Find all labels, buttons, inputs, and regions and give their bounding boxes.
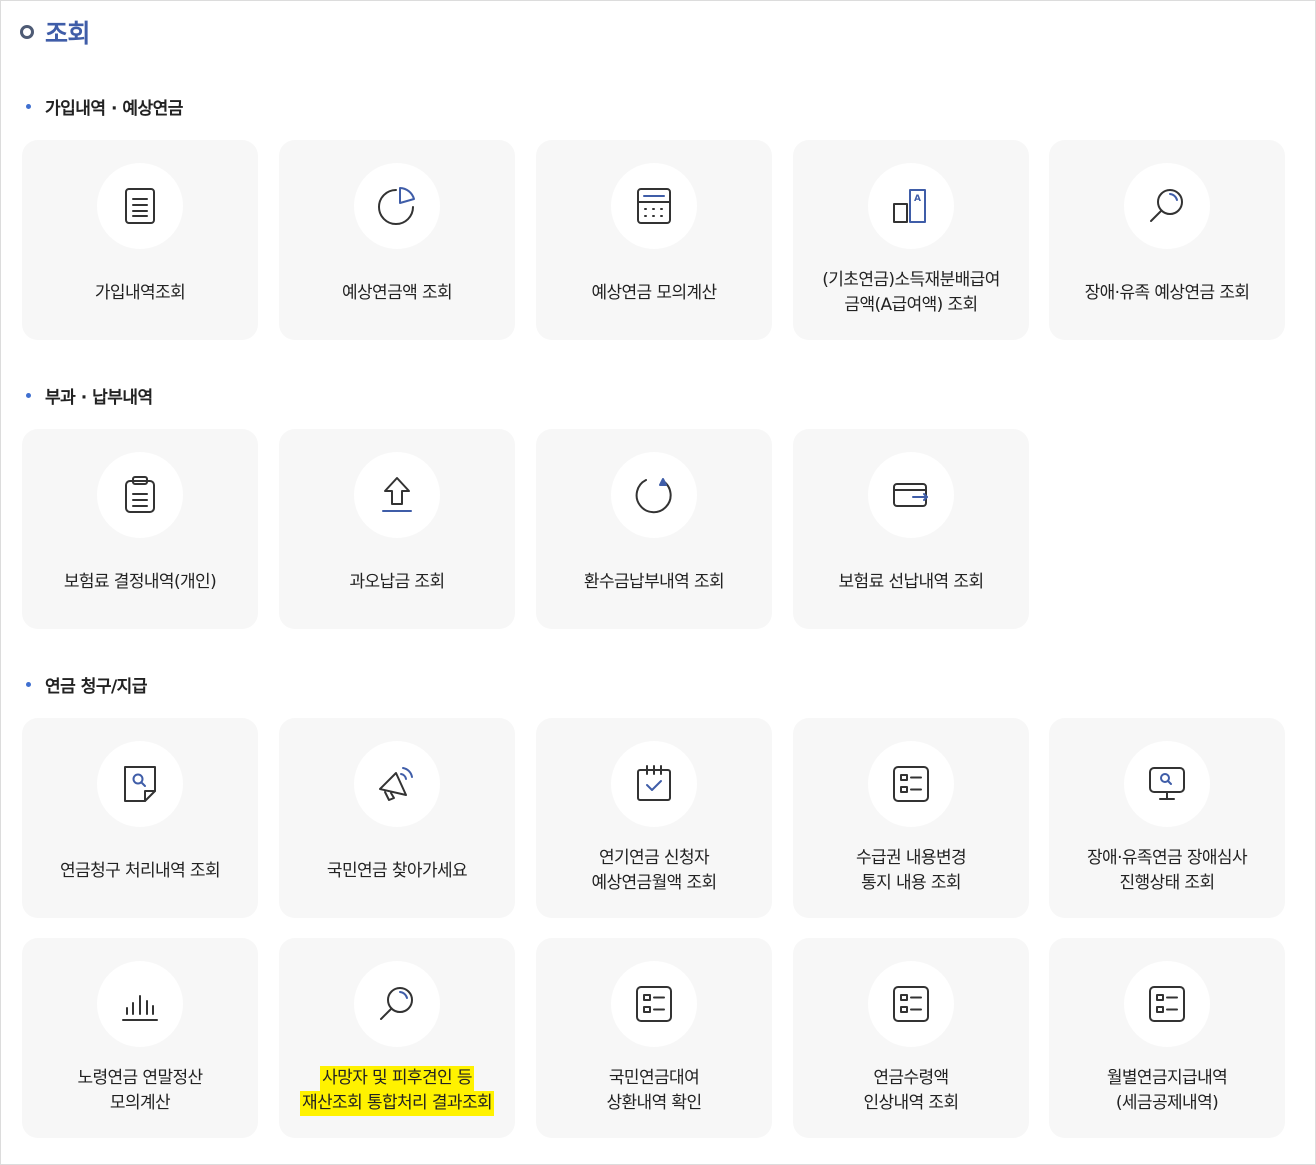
card-label: 국민연금대여 상환내역 확인 — [606, 1068, 702, 1113]
section-title-claims: 연금 청구/지급 — [26, 672, 147, 697]
card-pension-simulation[interactable]: 예상연금 모의계산 — [536, 140, 772, 340]
document-icon — [97, 163, 183, 249]
card-disability-review-status[interactable]: 장애·유족연금 장애심사 진행상태 조회 — [1049, 718, 1285, 918]
card-find-pension[interactable]: 국민연금 찾아가세요 — [279, 718, 515, 918]
upload-arrow-icon — [354, 452, 440, 538]
card-pension-increase[interactable]: 연금수령액 인상내역 조회 — [793, 938, 1029, 1138]
card-label: 연금수령액 인상내역 조회 — [863, 1068, 959, 1113]
card-label: 보험료 결정내역(개인) — [63, 571, 217, 592]
section-title-text: 가입내역 · 예상연금 — [45, 99, 183, 119]
megaphone-icon — [354, 741, 440, 827]
card-label: 예상연금 모의계산 — [591, 282, 717, 303]
card-label: 국민연금 찾아가세요 — [326, 860, 468, 881]
card-refund-payment[interactable]: 환수금납부내역 조회 — [536, 429, 772, 629]
section-title-payment: 부과 · 납부내역 — [26, 383, 153, 408]
bar-chart-icon — [97, 961, 183, 1047]
checklist-icon — [1124, 961, 1210, 1047]
card-label: 연금청구 처리내역 조회 — [59, 860, 221, 881]
card-loan-repayment[interactable]: 국민연금대여 상환내역 확인 — [536, 938, 772, 1138]
section-bullet-icon — [26, 682, 31, 687]
card-label: 장애·유족 예상연금 조회 — [1084, 282, 1250, 303]
card-label: 과오납금 조회 — [349, 571, 445, 592]
card-monthly-payment-history[interactable]: 월별연금지급내역 (세금공제내역) — [1049, 938, 1285, 1138]
card-enrollment-history[interactable]: 가입내역조회 — [22, 140, 258, 340]
section-bullet-icon — [26, 393, 31, 398]
card-expected-pension[interactable]: 예상연금액 조회 — [279, 140, 515, 340]
card-a-value-benefit[interactable]: A (기초연금)소득재분배급여 금액(A급여액) 조회 — [793, 140, 1029, 340]
wallet-icon — [868, 452, 954, 538]
a-value-bars-icon: A — [868, 163, 954, 249]
page-title: 조회 — [20, 14, 91, 50]
title-bullet-icon — [20, 25, 34, 39]
card-disability-survivor-pension[interactable]: 장애·유족 예상연금 조회 — [1049, 140, 1285, 340]
checklist-icon — [868, 961, 954, 1047]
svg-text:A: A — [914, 194, 921, 204]
card-label: (기초연금)소득재분배급여 금액(A급여액) 조회 — [822, 270, 1000, 315]
card-label: 장애·유족연금 장애심사 진행상태 조회 — [1086, 848, 1248, 893]
card-label: 월별연금지급내역 (세금공제내역) — [1106, 1068, 1228, 1113]
card-yearend-settlement[interactable]: 노령연금 연말정산 모의계산 — [22, 938, 258, 1138]
card-label-highlighted: 사망자 및 피후견인 등 재산조회 통합처리 결과조회 — [287, 1056, 507, 1126]
card-overpayment[interactable]: 과오납금 조회 — [279, 429, 515, 629]
card-entitlement-change[interactable]: 수급권 내용변경 통지 내용 조회 — [793, 718, 1029, 918]
monitor-search-icon — [1124, 741, 1210, 827]
card-premium-decision[interactable]: 보험료 결정내역(개인) — [22, 429, 258, 629]
refresh-circle-icon — [611, 452, 697, 538]
section-title-text: 부과 · 납부내역 — [45, 388, 153, 408]
card-property-inquiry-result[interactable]: 사망자 및 피후견인 등 재산조회 통합처리 결과조회 — [279, 938, 515, 1138]
card-label: 연기연금 신청자 예상연금월액 조회 — [591, 848, 717, 893]
card-label: 수급권 내용변경 통지 내용 조회 — [855, 848, 967, 893]
magnifier-icon — [354, 961, 440, 1047]
checklist-icon — [611, 961, 697, 1047]
card-prepayment[interactable]: 보험료 선납내역 조회 — [793, 429, 1029, 629]
card-label: 보험료 선납내역 조회 — [838, 571, 985, 592]
clipboard-icon — [97, 452, 183, 538]
page-title-text: 조회 — [45, 19, 91, 48]
section-title-enrollment: 가입내역 · 예상연금 — [26, 94, 183, 119]
section-bullet-icon — [26, 104, 31, 109]
card-label: 예상연금액 조회 — [341, 282, 453, 303]
calculator-icon — [611, 163, 697, 249]
checklist-icon — [868, 741, 954, 827]
card-claim-processing[interactable]: 연금청구 처리내역 조회 — [22, 718, 258, 918]
document-search-icon — [97, 741, 183, 827]
magnifier-icon — [1124, 163, 1210, 249]
calendar-check-icon — [611, 741, 697, 827]
card-deferred-pension[interactable]: 연기연금 신청자 예상연금월액 조회 — [536, 718, 772, 918]
card-label: 환수금납부내역 조회 — [583, 571, 725, 592]
card-label: 가입내역조회 — [94, 282, 186, 303]
pie-chart-icon — [354, 163, 440, 249]
section-title-text: 연금 청구/지급 — [45, 677, 147, 697]
card-label: 노령연금 연말정산 모의계산 — [77, 1068, 203, 1113]
